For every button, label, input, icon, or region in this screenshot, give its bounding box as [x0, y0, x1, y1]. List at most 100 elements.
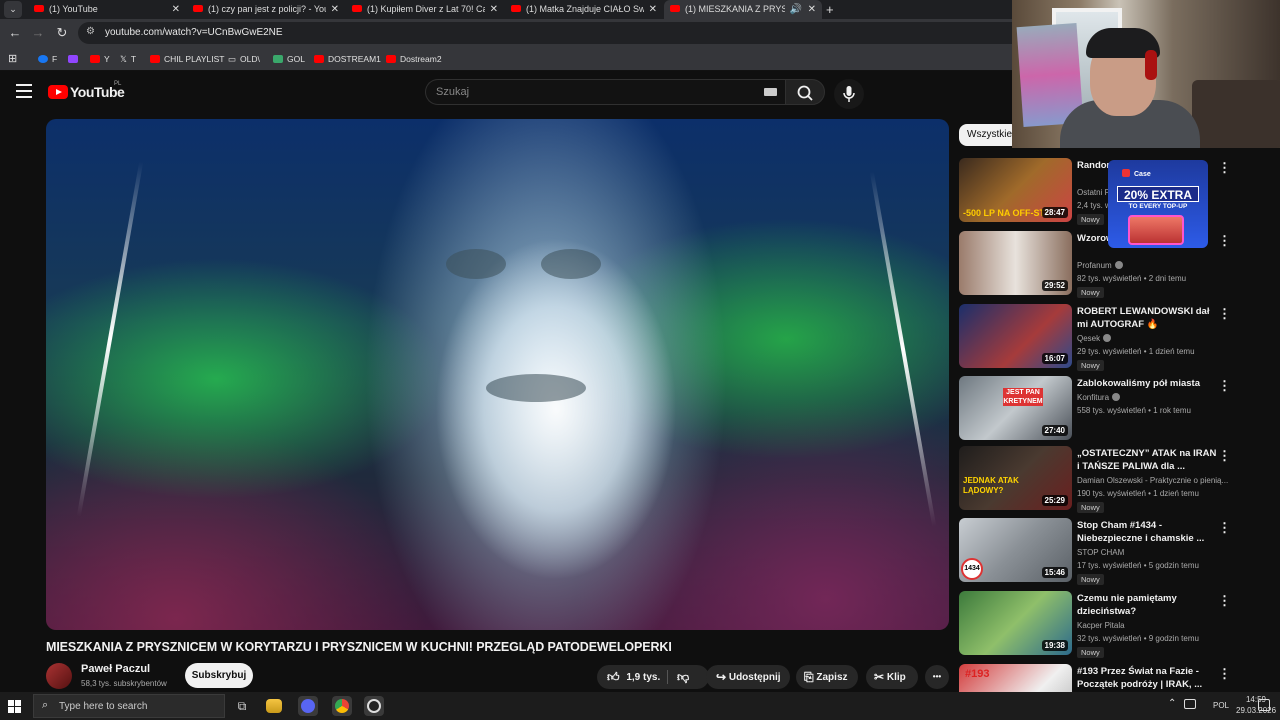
- browser-tab[interactable]: (1) Kupiłem Diver z Lat 70! Casi ✕: [346, 0, 504, 19]
- tab-search-menu-icon[interactable]: ⌄: [4, 1, 22, 18]
- verified-icon: [1112, 393, 1121, 401]
- video-player[interactable]: [46, 119, 949, 630]
- recommended-meta: 17 tys. wyświetleń • 5 godzin temu: [1077, 561, 1199, 570]
- notification-icon[interactable]: [1258, 699, 1270, 711]
- more-vert-icon[interactable]: ⋮: [1218, 378, 1231, 394]
- task-view-icon[interactable]: ⧉: [232, 696, 252, 716]
- bookmark-dostream1[interactable]: DOSTREAM1: [314, 47, 381, 71]
- like-count[interactable]: 1,9 tys.: [626, 672, 660, 683]
- taskbar-search[interactable]: ⌕ Type here to search: [33, 694, 225, 718]
- thumbs-down-icon[interactable]: 👎︎: [677, 665, 689, 689]
- search-button[interactable]: [785, 79, 825, 105]
- recommended-video[interactable]: 19:38 Czemu nie pamiętamy dzieciństwa? K…: [959, 591, 1279, 658]
- search-box[interactable]: [425, 79, 785, 105]
- recommended-title[interactable]: Stop Cham #1434 - Niebezpieczne i chamsk…: [1077, 519, 1217, 545]
- recommended-meta: 32 tys. wyświetleń • 9 godzin temu: [1077, 634, 1199, 643]
- bookmark-youtube[interactable]: Y: [90, 47, 110, 71]
- omnibox[interactable]: ⚙ youtube.com/watch?v=UCnBwGwE2NE: [78, 22, 1012, 44]
- site-info-icon[interactable]: ⚙: [86, 26, 95, 37]
- more-vert-icon[interactable]: ⋮: [1218, 520, 1231, 536]
- recommended-title[interactable]: „OSTATECZNY” ATAK na IRAN i TAŃSZE PALIW…: [1077, 447, 1217, 473]
- browser-tab-active[interactable]: (1) MIESZKANIA Z PRYSZNI🔊✕: [664, 0, 822, 19]
- language-indicator[interactable]: POL: [1213, 692, 1229, 720]
- close-tab-icon[interactable]: ✕: [490, 0, 498, 19]
- close-tab-icon[interactable]: ✕: [649, 0, 657, 19]
- recommended-video[interactable]: JEDNAK ATAK LĄDOWY? 25:29 „OSTATECZNY” AT…: [959, 446, 1279, 513]
- recommended-channel[interactable]: Ostatni P: [1077, 188, 1110, 197]
- bookmark-dostream2[interactable]: Dostream2: [386, 47, 442, 71]
- close-tab-icon[interactable]: ✕: [172, 0, 180, 19]
- recommended-video[interactable]: 1434 15:46 Stop Cham #1434 - Niebezpieczn…: [959, 518, 1279, 585]
- recommended-channel[interactable]: Damian Olszewski - Praktycznie o pienią.…: [1077, 476, 1228, 485]
- new-tab-button[interactable]: +: [826, 0, 834, 19]
- thumbs-up-icon[interactable]: 👍︎: [607, 665, 620, 689]
- more-vert-icon[interactable]: ⋮: [1218, 448, 1231, 464]
- channel-name[interactable]: Paweł Paczul: [81, 663, 150, 675]
- search-input[interactable]: [436, 80, 756, 104]
- video-thumbnail[interactable]: #193: [959, 664, 1072, 692]
- network-icon[interactable]: [1184, 699, 1196, 709]
- close-tab-icon[interactable]: ✕: [331, 0, 339, 19]
- sponsored-ad-overlay[interactable]: Case 20% EXTRA TO EVERY TOP-UP: [1108, 160, 1208, 248]
- bookmark-twitch[interactable]: [68, 47, 82, 71]
- menu-icon[interactable]: [16, 84, 32, 98]
- youtube-logo[interactable]: YouTube PL: [48, 81, 125, 101]
- windows-start-icon[interactable]: [8, 700, 21, 713]
- recommended-channel[interactable]: Qesek: [1077, 334, 1112, 343]
- recommended-channel[interactable]: Konfitura: [1077, 393, 1121, 402]
- video-thumbnail[interactable]: 29:52: [959, 231, 1072, 295]
- video-thumbnail[interactable]: JEDNAK ATAK LĄDOWY? 25:29: [959, 446, 1072, 510]
- more-vert-icon[interactable]: ⋮: [1218, 233, 1231, 249]
- channel-avatar[interactable]: [46, 663, 72, 689]
- file-explorer-icon[interactable]: [266, 699, 282, 713]
- recommended-channel[interactable]: STOP CHAM: [1077, 548, 1124, 557]
- bookmark-facebook[interactable]: F: [38, 47, 57, 71]
- youtube-favicon-icon: [511, 5, 521, 12]
- video-thumbnail[interactable]: 16:07: [959, 304, 1072, 368]
- more-actions-button[interactable]: •••: [925, 665, 949, 689]
- browser-tab[interactable]: (1) Matka Znajduje CIAŁO Swoj ✕: [505, 0, 663, 19]
- bookmark-x[interactable]: 𝕏T: [120, 47, 136, 71]
- recommended-video[interactable]: #193 #193 Przez Świat na Fazie - Począte…: [959, 664, 1279, 692]
- recommended-title[interactable]: Zablokowaliśmy pół miasta: [1077, 377, 1217, 390]
- url-text[interactable]: youtube.com/watch?v=UCnBwGwE2NE: [105, 22, 283, 44]
- bookmark-chil-playlist[interactable]: CHIL PLAYLIST: [150, 47, 224, 71]
- discord-icon[interactable]: [298, 696, 318, 716]
- more-vert-icon[interactable]: ⋮: [1218, 160, 1231, 176]
- recommended-channel[interactable]: Kacper Pitala: [1077, 621, 1125, 630]
- close-tab-icon[interactable]: ✕: [808, 0, 816, 19]
- more-vert-icon[interactable]: ⋮: [1218, 306, 1231, 322]
- clip-button[interactable]: ✂ Klip: [866, 665, 918, 689]
- recommended-channel[interactable]: Profanum: [1077, 261, 1123, 270]
- speaker-icon[interactable]: 🔊: [790, 0, 802, 19]
- bookmark-folder-old[interactable]: ▭ OLD\: [228, 47, 260, 71]
- recommended-title[interactable]: Czemu nie pamiętamy dzieciństwa?: [1077, 592, 1217, 618]
- browser-tab[interactable]: (1) YouTube ✕: [28, 0, 186, 19]
- video-thumbnail[interactable]: -500 LP NA OFF-STI 28:47: [959, 158, 1072, 222]
- recommended-video[interactable]: JEST PAN KRETYNEM 27:40 Zablokowaliśmy pó…: [959, 376, 1279, 442]
- clock[interactable]: 14:59 29.03.2026: [1236, 694, 1276, 716]
- filter-chip-all[interactable]: Wszystkie: [959, 124, 1019, 146]
- forward-arrow-icon[interactable]: →: [29, 24, 47, 42]
- tray-overflow-icon[interactable]: ⌃: [1168, 698, 1176, 709]
- reload-icon[interactable]: ↻: [53, 24, 71, 42]
- recommended-video[interactable]: 16:07 ROBERT LEWANDOWSKI dał mi AUTOGRAF…: [959, 304, 1279, 371]
- save-button[interactable]: ⎘ Zapisz: [796, 665, 858, 689]
- back-arrow-icon[interactable]: ←: [6, 24, 24, 42]
- video-thumbnail[interactable]: 19:38: [959, 591, 1072, 655]
- share-button[interactable]: ↪ Udostępnij: [706, 665, 790, 689]
- more-vert-icon[interactable]: ⋮: [1218, 666, 1231, 682]
- voice-search-button[interactable]: [834, 79, 864, 109]
- recommended-title[interactable]: ROBERT LEWANDOWSKI dał mi AUTOGRAF 🔥: [1077, 305, 1217, 331]
- recommended-title[interactable]: #193 Przez Świat na Fazie - Początek pod…: [1077, 665, 1217, 691]
- video-thumbnail[interactable]: JEST PAN KRETYNEM 27:40: [959, 376, 1072, 440]
- video-thumbnail[interactable]: 1434 15:46: [959, 518, 1072, 582]
- apps-grid-icon[interactable]: ⊞: [8, 47, 17, 71]
- subscribe-button[interactable]: Subskrybuj: [185, 663, 253, 688]
- obs-icon[interactable]: [364, 696, 384, 716]
- browser-tab[interactable]: (1) czy pan jest z policji? - YouT ✕: [187, 0, 345, 19]
- more-vert-icon[interactable]: ⋮: [1218, 593, 1231, 609]
- bookmark-gol[interactable]: GOL: [273, 47, 305, 71]
- chrome-icon[interactable]: [332, 696, 352, 716]
- keyboard-icon[interactable]: [764, 88, 777, 96]
